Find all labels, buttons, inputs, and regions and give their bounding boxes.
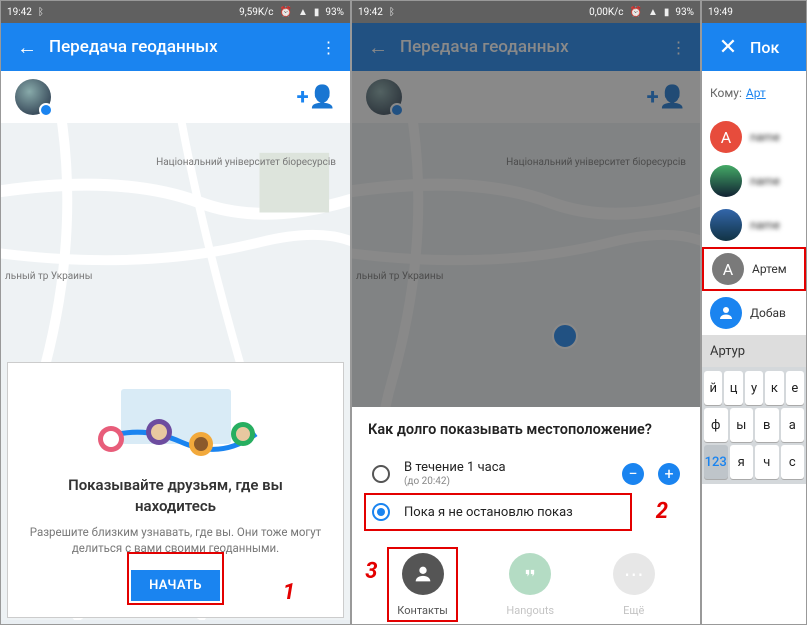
- status-bar: 19:42 ᛒ 9,59K/c ⏰ ▲ ▮ 93%: [1, 1, 350, 23]
- share-contacts[interactable]: Контакты 3: [397, 553, 448, 618]
- annotation-number-2: 2: [656, 499, 668, 524]
- key[interactable]: к: [765, 371, 783, 405]
- contact-avatar: [710, 165, 742, 197]
- contact-row[interactable]: A name: [702, 115, 806, 159]
- contact-name: name: [750, 130, 780, 144]
- option-until-stop[interactable]: Пока я не остановлю показ 2: [368, 495, 684, 529]
- battery-pct: 93%: [325, 7, 344, 18]
- duration-stepper: − +: [622, 463, 680, 485]
- bt-icon: ᛒ: [389, 7, 395, 18]
- key[interactable]: а: [781, 408, 805, 442]
- annotation-number-1: 1: [283, 580, 295, 605]
- overflow-menu[interactable]: ⋮: [316, 38, 340, 57]
- page-title: Передача геоданных: [49, 37, 316, 57]
- hangouts-icon: [509, 553, 551, 595]
- avatar[interactable]: [15, 79, 51, 115]
- status-time: 19:42: [358, 7, 383, 18]
- key[interactable]: ы: [730, 408, 754, 442]
- contact-name: Артем: [752, 262, 787, 276]
- map[interactable]: Національний університет біоресурсів льн…: [1, 123, 350, 624]
- share-more: ⋯ Ещё: [613, 553, 655, 618]
- intro-heading: Показывайте друзьям, где вы находитесь: [22, 475, 329, 516]
- contact-row[interactable]: name: [702, 203, 806, 247]
- key[interactable]: ч: [755, 445, 779, 479]
- key[interactable]: е: [786, 371, 804, 405]
- screen-3: 19:49 ✕ Пок Кому: Арт A name name name A…: [701, 0, 807, 625]
- app-bar: ← Передача геоданных ⋮: [1, 23, 350, 71]
- intro-card: Показывайте друзьям, где вы находитесь Р…: [7, 362, 344, 618]
- map[interactable]: Національний університет біоресурсів льн…: [352, 123, 700, 624]
- share-targets: Контакты 3 Hangouts ⋯ Ещё: [368, 545, 684, 618]
- annotation-box-1: [127, 552, 224, 605]
- key[interactable]: й: [704, 371, 722, 405]
- page-title: Пок: [750, 38, 796, 57]
- contact-avatar: [710, 209, 742, 241]
- contact-list: A name name name A Артем Добав: [702, 115, 806, 335]
- status-bar: 19:42 ᛒ 0,00K/c ⏰ ▲ ▮ 93%: [352, 1, 700, 23]
- key[interactable]: я: [730, 445, 754, 479]
- add-friend-button[interactable]: +👤: [297, 85, 336, 110]
- key[interactable]: в: [755, 408, 779, 442]
- key[interactable]: ф: [704, 408, 728, 442]
- contact-row-selected[interactable]: A Артем: [702, 247, 806, 291]
- keyboard: й ц у к е ф ы в а 123 я ч с: [702, 367, 806, 484]
- app-bar: ✕ Пок: [702, 23, 806, 71]
- wifi-icon: ▲: [298, 7, 308, 18]
- keyboard-suggestion[interactable]: Артур: [702, 335, 806, 367]
- add-contact-icon: [710, 297, 742, 329]
- close-button[interactable]: ✕: [712, 31, 744, 63]
- status-time: 19:49: [708, 7, 733, 18]
- map-label-1: Національний університет біоресурсів: [156, 157, 336, 168]
- minus-button[interactable]: −: [622, 463, 644, 485]
- contact-avatar: A: [712, 253, 744, 285]
- map-label-2: льный тр Украины: [5, 271, 92, 282]
- net-speed: 9,59K/c: [239, 7, 273, 18]
- signal-icon: ▮: [664, 7, 670, 18]
- net-speed: 0,00K/c: [589, 7, 623, 18]
- annotation-number-3: 3: [365, 559, 377, 584]
- intro-illustration: [22, 381, 329, 467]
- recipient-field[interactable]: Кому: Арт: [702, 71, 806, 115]
- signal-icon: ▮: [314, 7, 320, 18]
- recipient-label: Кому:: [710, 86, 742, 100]
- key-123[interactable]: 123: [704, 445, 728, 479]
- toolbar: +👤: [1, 71, 350, 123]
- share-hangouts-label: Hangouts: [506, 604, 554, 617]
- duration-sheet: Как долго показывать местоположение? В т…: [352, 407, 700, 624]
- recipient-value: Арт: [746, 86, 766, 100]
- battery-pct: 93%: [675, 7, 694, 18]
- annotation-box-3: [387, 547, 458, 622]
- share-more-label: Ещё: [623, 604, 644, 617]
- sheet-question: Как долго показывать местоположение?: [368, 421, 684, 438]
- contact-avatar: A: [710, 121, 742, 153]
- plus-button[interactable]: +: [658, 463, 680, 485]
- contact-name: Добав: [750, 306, 786, 320]
- key[interactable]: у: [745, 371, 763, 405]
- back-button[interactable]: ←: [11, 31, 43, 63]
- radio-unchecked-icon[interactable]: [372, 465, 390, 483]
- contact-name: name: [750, 174, 780, 188]
- share-hangouts: Hangouts: [506, 553, 554, 618]
- alarm-icon: ⏰: [280, 7, 292, 18]
- screen-1: 19:42 ᛒ 9,59K/c ⏰ ▲ ▮ 93% ← Передача геоданны…: [0, 0, 351, 625]
- option-1hour-sub: (до 20:42): [404, 476, 622, 487]
- status-bar: 19:49: [702, 1, 806, 23]
- more-icon: ⋯: [613, 553, 655, 595]
- option-1hour-label: В течение 1 часа: [404, 460, 506, 475]
- contact-row[interactable]: name: [702, 159, 806, 203]
- bt-icon: ᛒ: [38, 7, 44, 18]
- dim-overlay: [352, 23, 700, 123]
- key[interactable]: с: [781, 445, 805, 479]
- contact-row-add[interactable]: Добав: [702, 291, 806, 335]
- option-1hour[interactable]: В течение 1 часа (до 20:42) − +: [368, 452, 684, 495]
- key[interactable]: ц: [724, 371, 742, 405]
- wifi-icon: ▲: [648, 7, 658, 18]
- alarm-icon: ⏰: [630, 7, 642, 18]
- annotation-box-2: [364, 493, 632, 531]
- contact-name: name: [750, 218, 780, 232]
- screen-2: 19:42ᛒ 0,00K/c⏰▲▮93% ← Передача геоданны…: [351, 0, 701, 625]
- status-time: 19:42: [7, 7, 32, 18]
